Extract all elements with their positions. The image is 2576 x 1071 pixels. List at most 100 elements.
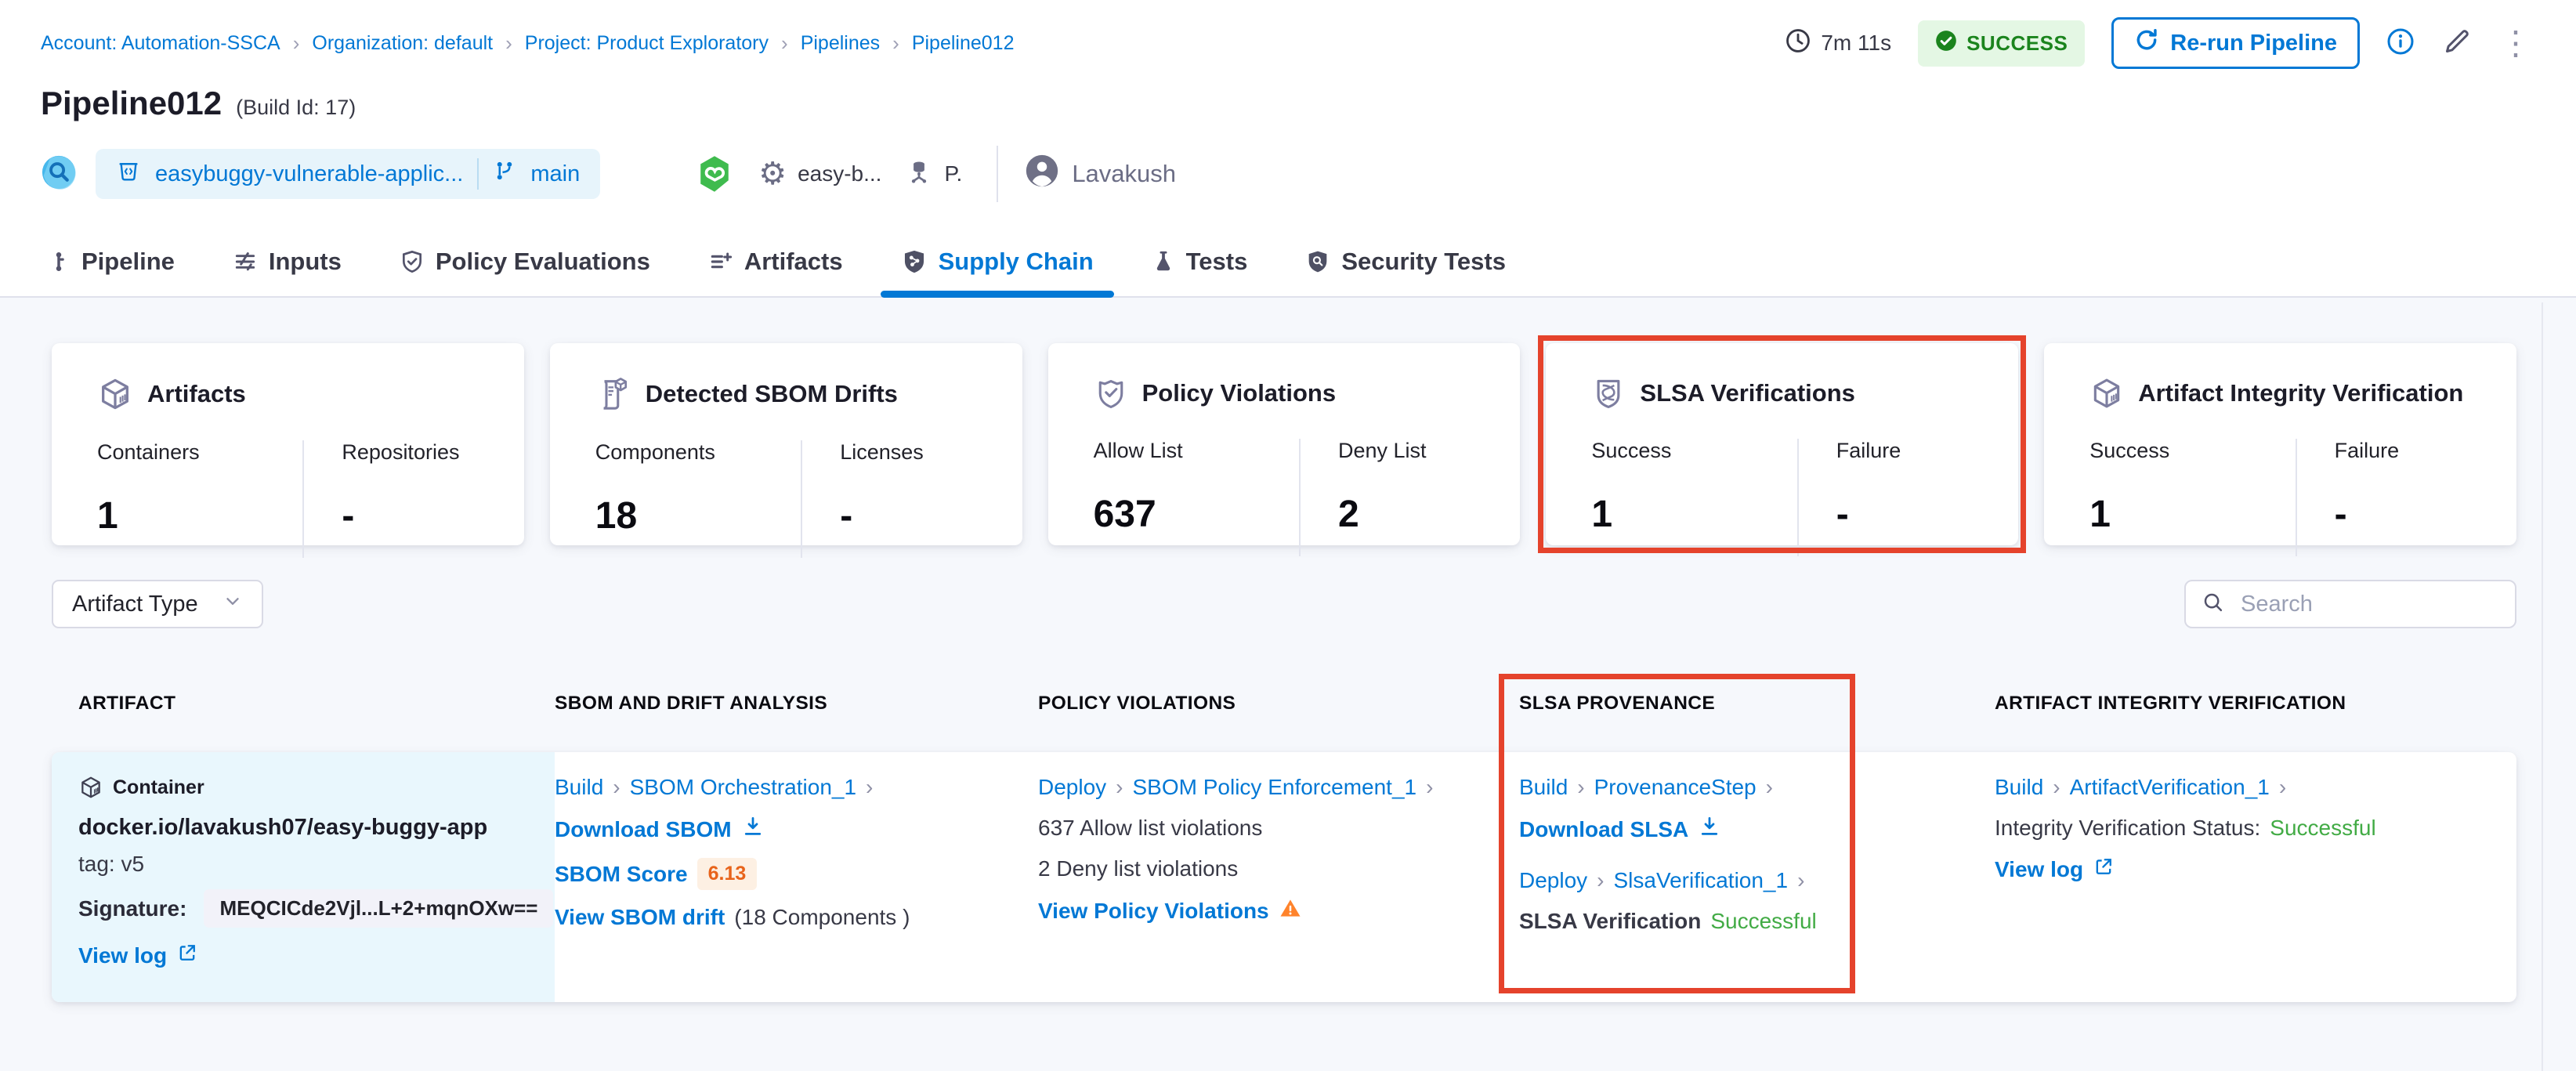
stage-link-build[interactable]: Build xyxy=(1519,775,1568,800)
tab-policy-evaluations[interactable]: Policy Evaluations xyxy=(396,237,653,296)
pipeline-ref-item[interactable]: ⚙ easy-b... xyxy=(758,158,881,190)
download-icon xyxy=(741,815,765,844)
search-input[interactable] xyxy=(2239,590,2501,618)
deny-list-violations: 2 Deny list violations xyxy=(1038,856,1239,881)
view-policy-violations-link[interactable]: View Policy Violations xyxy=(1038,899,1269,924)
artifacts-list-icon xyxy=(711,252,732,269)
cell-sbom-drift: Build SBOM Orchestration_1 Download SBOM… xyxy=(555,752,1038,1002)
signature-value: MEQCICde2Vjl...L+2+mqnOXw== xyxy=(204,889,554,928)
rerun-pipeline-label: Re-run Pipeline xyxy=(2170,30,2337,56)
stat-integrity-failure: Failure - xyxy=(2295,439,2501,556)
artifact-image-name: docker.io/lavakush07/easy-buggy-app xyxy=(78,815,488,840)
artifact-type-label: Artifact Type xyxy=(72,591,198,617)
card-sbom-drifts: Detected SBOM Drifts Components 18 Licen… xyxy=(549,343,1022,558)
step-link-sbom-policy[interactable]: SBOM Policy Enforcement_1 xyxy=(1133,775,1417,800)
cube-icon xyxy=(2093,378,2120,408)
breadcrumb-separator-icon xyxy=(1577,775,1584,800)
repo-branch-pill[interactable]: easybuggy-vulnerable-applic... main xyxy=(96,149,601,199)
step-link-slsa-verification[interactable]: SlsaVerification_1 xyxy=(1614,868,1789,893)
stat-repositories: Repositories - xyxy=(302,440,508,558)
branch-name[interactable]: main xyxy=(530,161,580,187)
stat-deny-list: Deny List 2 xyxy=(1298,439,1504,556)
cell-artifact-integrity: Build ArtifactVerification_1 Integrity V… xyxy=(1995,752,2516,1002)
breadcrumb-separator-icon xyxy=(293,31,300,56)
rerun-pipeline-button[interactable]: Re-run Pipeline xyxy=(2111,17,2360,69)
edit-pencil-icon[interactable] xyxy=(2441,26,2473,61)
stat-components: Components 18 xyxy=(595,440,715,537)
breadcrumb-separator-icon xyxy=(866,775,873,800)
view-sbom-drift-link[interactable]: View SBOM drift xyxy=(555,905,725,930)
breadcrumb-separator-icon xyxy=(613,775,620,800)
tab-inputs[interactable]: Inputs xyxy=(230,237,345,296)
flask-icon xyxy=(1156,251,1170,271)
signature-label: Signature: xyxy=(78,896,187,921)
chevron-down-icon xyxy=(223,591,243,617)
breadcrumb: Account: Automation-SSCA Organization: d… xyxy=(41,31,1014,56)
breadcrumb-organization[interactable]: Organization: default xyxy=(312,32,493,55)
execution-tabs: Pipeline Inputs Policy Evaluations Artif… xyxy=(0,213,2576,298)
download-slsa-link[interactable]: Download SLSA xyxy=(1519,817,1688,842)
card-artifact-integrity: Artifact Integrity Verification Success … xyxy=(2044,343,2516,556)
step-link-artifact-verification[interactable]: ArtifactVerification_1 xyxy=(2070,775,2270,800)
search-icon xyxy=(2202,591,2225,618)
stage-link-build[interactable]: Build xyxy=(555,775,603,800)
warning-triangle-icon xyxy=(1279,896,1302,925)
card-title-artifacts: Artifacts xyxy=(147,380,246,407)
tab-supply-chain[interactable]: Supply Chain xyxy=(880,237,1114,298)
breadcrumb-separator-icon xyxy=(781,31,788,56)
stat-integrity-success: Success 1 xyxy=(2089,439,2170,535)
step-link-sbom-orchestration[interactable]: SBOM Orchestration_1 xyxy=(630,775,856,800)
pipeline-icon xyxy=(56,252,64,271)
col-header-policy: POLICY VIOLATIONS xyxy=(1038,693,1236,714)
tab-policy-evaluations-label: Policy Evaluations xyxy=(435,248,650,275)
tab-security-tests[interactable]: Security Tests xyxy=(1302,237,1509,296)
step-link-provenance[interactable]: ProvenanceStep xyxy=(1594,775,1757,800)
artifact-type-dropdown[interactable]: Artifact Type xyxy=(52,580,263,628)
stage-link-build[interactable]: Build xyxy=(1995,775,2043,800)
scrollbar-track[interactable] xyxy=(2542,302,2543,1071)
view-log-link[interactable]: View log xyxy=(78,943,167,968)
more-options-kebab-icon[interactable]: ⋮ xyxy=(2499,27,2532,60)
breadcrumb-separator-icon xyxy=(2053,775,2060,800)
shield-check-icon xyxy=(1098,380,1123,408)
stat-slsa-failure: Failure - xyxy=(1796,439,2003,556)
breadcrumb-separator-icon xyxy=(505,31,512,56)
breadcrumb-separator-icon xyxy=(1426,775,1433,800)
search-box[interactable] xyxy=(2184,580,2516,628)
info-icon[interactable] xyxy=(2386,27,2415,60)
col-header-integrity: ARTIFACT INTEGRITY VERIFICATION xyxy=(1995,693,2346,714)
shield-check-icon xyxy=(402,250,421,273)
harness-webhook-icon xyxy=(700,156,729,192)
repo-name[interactable]: easybuggy-vulnerable-applic... xyxy=(155,161,463,187)
tab-artifacts-label: Artifacts xyxy=(743,248,843,275)
integrity-status-label: Integrity Verification Status: xyxy=(1995,816,2261,840)
execution-duration: 7m 11s xyxy=(1785,27,1891,60)
breadcrumb-pipelines[interactable]: Pipelines xyxy=(801,32,880,55)
sbom-score-link[interactable]: SBOM Score xyxy=(555,862,688,887)
pipeline-ref-label: easy-b... xyxy=(798,161,882,186)
tab-security-tests-label: Security Tests xyxy=(1341,248,1506,275)
breadcrumb-separator-icon xyxy=(1766,775,1773,800)
stage-link-deploy[interactable]: Deploy xyxy=(1038,775,1106,800)
breadcrumb-account[interactable]: Account: Automation-SSCA xyxy=(41,32,280,55)
view-log-link[interactable]: View log xyxy=(1995,857,2083,882)
gear-icon: ⚙ xyxy=(758,157,787,191)
execution-meta-row: easybuggy-vulnerable-applic... main ⚙ ea… xyxy=(0,122,2576,202)
tab-tests[interactable]: Tests xyxy=(1149,237,1251,296)
sbom-score-badge: 6.13 xyxy=(696,858,758,890)
download-sbom-link[interactable]: Download SBOM xyxy=(555,817,732,842)
stat-containers: Containers 1 xyxy=(97,440,200,537)
col-header-slsa: SLSA PROVENANCE xyxy=(1519,693,1716,714)
breadcrumb-project[interactable]: Project: Product Exploratory xyxy=(525,32,769,55)
security-shield-search-icon xyxy=(1309,251,1327,273)
trigger-ref-item[interactable]: P. xyxy=(905,157,962,191)
tab-artifacts[interactable]: Artifacts xyxy=(705,237,846,296)
breadcrumb-separator-icon xyxy=(892,31,899,56)
stage-link-deploy[interactable]: Deploy xyxy=(1519,868,1587,893)
status-badge: SUCCESS xyxy=(1918,20,2086,67)
tab-pipeline[interactable]: Pipeline xyxy=(44,237,178,296)
tab-tests-label: Tests xyxy=(1185,248,1248,275)
breadcrumb-current-pipeline[interactable]: Pipeline012 xyxy=(912,32,1015,55)
cube-icon xyxy=(102,378,128,410)
col-header-artifact: ARTIFACT xyxy=(78,693,176,714)
